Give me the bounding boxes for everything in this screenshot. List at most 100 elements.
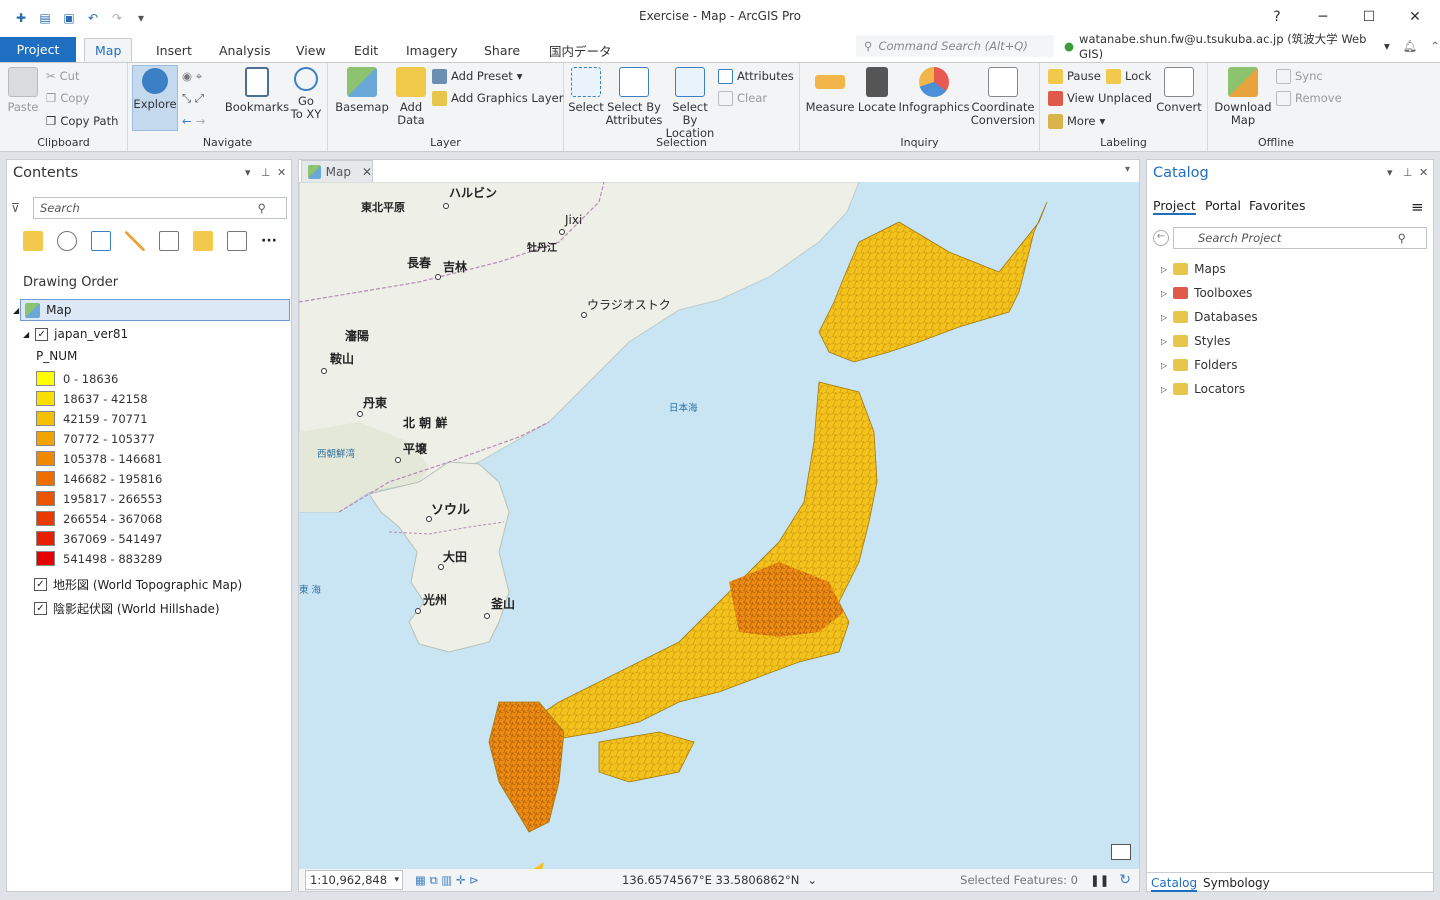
previous-next-extent-icon[interactable]: ← → — [182, 112, 205, 130]
tab-symbology[interactable]: Symbology — [1203, 876, 1270, 890]
contents-search-input[interactable]: Search ⚲ — [33, 197, 287, 219]
expand-icon[interactable]: ◢ — [23, 330, 29, 339]
view-menu-icon[interactable]: ▾ — [1125, 164, 1130, 175]
pause-drawing-icon[interactable]: ❚❚ — [1090, 873, 1109, 887]
expand-icon[interactable]: ▷ — [1161, 289, 1167, 298]
close-tab-icon[interactable]: ✕ — [362, 165, 372, 179]
basemap-layer-topographic[interactable]: ✓ 地形図 (World Topographic Map) — [34, 576, 242, 593]
select-by-attributes-button[interactable]: Select By Attributes — [606, 65, 662, 127]
select-button[interactable]: Select — [568, 65, 604, 114]
convert-button[interactable]: Convert — [1156, 65, 1202, 114]
bookmarks-button[interactable]: Bookmarks — [225, 65, 289, 114]
legend-class[interactable]: 18637 - 42158 — [36, 390, 148, 407]
expand-icon[interactable]: ▷ — [1161, 337, 1167, 346]
catalog-item-toolboxes[interactable]: ▷ Toolboxes — [1161, 284, 1252, 302]
tab-domestic-data[interactable]: 国内データ — [539, 38, 622, 62]
more-labeling-button[interactable]: More ▾ — [1048, 112, 1105, 130]
tab-catalog-project[interactable]: Project — [1153, 198, 1196, 215]
layer-visibility-checkbox[interactable]: ✓ — [34, 578, 47, 591]
catalog-item-databases[interactable]: ▷ Databases — [1161, 308, 1258, 326]
basemap-button[interactable]: Basemap — [335, 65, 389, 114]
map-overview-icon[interactable] — [1111, 844, 1131, 860]
layer-tree-item[interactable]: ◢ ✓ japan_ver81 — [23, 327, 128, 341]
download-map-button[interactable]: Download Map — [1212, 65, 1274, 127]
legend-class[interactable]: 146682 - 195816 — [36, 470, 162, 487]
tab-map[interactable]: Map — [84, 38, 133, 62]
tab-edit[interactable]: Edit — [344, 38, 388, 62]
minimize-button[interactable]: ─ — [1300, 0, 1346, 34]
fixed-zoom-icon[interactable]: ⤡ ⤢ — [182, 89, 204, 107]
notification-icon[interactable]: 🔔︎ — [1403, 39, 1418, 53]
legend-class[interactable]: 0 - 18636 — [36, 370, 118, 387]
close-pane-icon[interactable]: ✕ — [277, 166, 286, 179]
catalog-menu-icon[interactable]: ≡ — [1411, 198, 1424, 216]
basemap-layer-hillshade[interactable]: ✓ 陰影起伏図 (World Hillshade) — [34, 600, 220, 617]
catalog-item-folders[interactable]: ▷ Folders — [1161, 356, 1238, 374]
map-canvas[interactable]: ハルビン 東北平原 Jixi 牡丹江 長春 吉林 ウラジオストク 瀋陽 鞍山 丹… — [299, 182, 1139, 869]
legend-class[interactable]: 42159 - 70771 — [36, 410, 148, 427]
refresh-icon[interactable]: ↻ — [1119, 872, 1131, 888]
user-account[interactable]: ● watanabe.shun.fw@u.tsukuba.ac.jp (筑波大学… — [1064, 32, 1440, 61]
list-by-perspective-icon[interactable] — [227, 231, 247, 251]
pin-icon[interactable]: ⊥ — [1403, 166, 1413, 179]
catalog-item-styles[interactable]: ▷ Styles — [1161, 332, 1231, 350]
tab-project[interactable]: Project — [0, 37, 76, 62]
legend-class[interactable]: 367069 - 541497 — [36, 530, 162, 547]
tab-insert[interactable]: Insert — [146, 38, 202, 62]
expand-icon[interactable]: ◢ — [13, 306, 19, 315]
full-extent-icon[interactable]: ◉ ⌖ — [182, 67, 202, 85]
legend-class[interactable]: 266554 - 367068 — [36, 510, 162, 527]
add-data-button[interactable]: Add Data — [392, 65, 430, 127]
help-button[interactable]: ? — [1254, 0, 1300, 34]
sync-button[interactable]: Sync — [1276, 67, 1323, 85]
close-button[interactable]: ✕ — [1392, 0, 1438, 34]
legend-class[interactable]: 70772 - 105377 — [36, 430, 155, 447]
add-preset-button[interactable]: Add Preset ▾ — [432, 67, 523, 85]
cut-button[interactable]: ✂ Cut — [46, 67, 79, 85]
legend-class[interactable]: 105378 - 146681 — [36, 450, 162, 467]
lock-labels-button[interactable]: Lock — [1106, 67, 1151, 85]
select-by-location-button[interactable]: Select By Location — [664, 65, 716, 140]
list-by-selection-icon[interactable] — [91, 231, 111, 251]
infographics-button[interactable]: Infographics — [899, 65, 969, 114]
copy-path-button[interactable]: ❐ Copy Path — [46, 112, 118, 130]
pane-menu-icon[interactable]: ▾ — [1387, 166, 1393, 179]
ribbon-collapse-icon[interactable]: ⌃ — [1430, 39, 1440, 53]
legend-class[interactable]: 195817 - 266553 — [36, 490, 162, 507]
expand-icon[interactable]: ▷ — [1161, 265, 1167, 274]
copy-button[interactable]: ❐ Copy — [46, 89, 89, 107]
measure-button[interactable]: Measure — [806, 65, 854, 114]
list-by-labeling-icon[interactable] — [193, 231, 213, 251]
pin-icon[interactable]: ⊥ — [261, 166, 271, 179]
catalog-item-locators[interactable]: ▷ Locators — [1161, 380, 1245, 398]
list-by-data-source-icon[interactable] — [57, 231, 77, 251]
add-graphics-layer-button[interactable]: Add Graphics Layer — [432, 89, 563, 107]
expand-icon[interactable]: ▷ — [1161, 385, 1167, 394]
tab-view[interactable]: View — [286, 38, 336, 62]
layer-visibility-checkbox[interactable]: ✓ — [35, 327, 49, 341]
more-options-icon[interactable]: ··· — [261, 233, 277, 249]
tab-analysis[interactable]: Analysis — [209, 38, 281, 62]
scale-selector[interactable]: 1:10,962,848 ▾ — [305, 870, 403, 890]
tab-imagery[interactable]: Imagery — [396, 38, 468, 62]
tab-catalog[interactable]: Catalog — [1151, 876, 1198, 892]
explore-button[interactable]: Explore — [132, 65, 178, 131]
catalog-search-input[interactable]: Search Project ⚲ — [1173, 227, 1427, 249]
tab-catalog-portal[interactable]: Portal — [1205, 198, 1241, 213]
locate-button[interactable]: Locate — [856, 65, 898, 114]
close-pane-icon[interactable]: ✕ — [1419, 166, 1428, 179]
back-icon[interactable]: ← — [1153, 230, 1169, 246]
clear-selection-button[interactable]: Clear — [718, 89, 767, 107]
legend-class[interactable]: 541498 - 883289 — [36, 550, 162, 567]
chevron-down-icon[interactable]: ⌄ — [807, 873, 817, 887]
maximize-button[interactable]: ☐ — [1346, 0, 1392, 34]
view-unplaced-button[interactable]: View Unplaced — [1048, 89, 1152, 107]
list-by-editing-icon[interactable] — [125, 231, 145, 251]
list-by-drawing-order-icon[interactable] — [23, 231, 43, 251]
map-view-tab[interactable]: Map ✕ — [301, 160, 373, 182]
go-to-xy-button[interactable]: Go To XY — [288, 65, 324, 121]
map-tree-item[interactable]: ◢ Map — [13, 299, 290, 321]
pane-menu-icon[interactable]: ▾ — [245, 166, 251, 179]
map-tools-icons[interactable]: ▦ ⧉ ▥ ✛ ⊳ — [415, 873, 479, 888]
coordinate-conversion-button[interactable]: Coordinate Conversion — [970, 65, 1036, 127]
